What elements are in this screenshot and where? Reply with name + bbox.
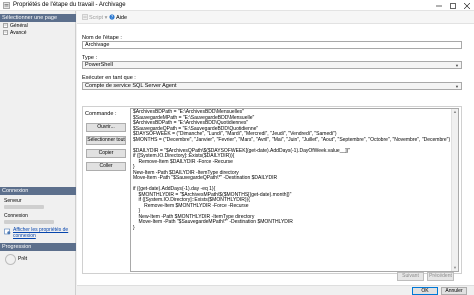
connection-label: Connexion (4, 213, 28, 219)
type-select[interactable]: PowerShell ▼ (82, 61, 462, 69)
type-select-value: PowerShell (85, 62, 113, 68)
scroll-up-icon[interactable]: ▲ (453, 109, 457, 114)
open-button[interactable]: Ouvrir... (86, 123, 126, 132)
script-button[interactable]: Script ▾ (82, 14, 107, 22)
select-all-button[interactable]: Sélectionner tout (86, 136, 126, 145)
copy-button[interactable]: Copier (86, 149, 126, 158)
help-button[interactable]: ? Aide (109, 14, 127, 22)
connection-value-redacted (4, 220, 54, 224)
toolbar: Script ▾ ? Aide (77, 11, 474, 24)
command-label: Commande : (85, 111, 117, 117)
paste-button[interactable]: Coller (86, 162, 126, 171)
title-bar: Propriétés de l'étape du travail - Archi… (0, 0, 474, 11)
progress-header: Progression (0, 243, 76, 251)
script-label: Script (89, 15, 104, 21)
progress-status: Prêt (18, 256, 28, 262)
scroll-down-icon[interactable]: ▼ (453, 265, 457, 270)
view-connection-properties-link[interactable]: Afficher les propriétés de connexion (13, 227, 73, 239)
select-page-header: Sélectionner une page (0, 14, 76, 22)
dialog-footer: OK Annuler (77, 285, 474, 295)
job-step-icon (3, 2, 10, 9)
progress-indicator (5, 254, 16, 265)
connection-header: Connexion (0, 187, 76, 195)
run-as-label: Exécuter en tant que : (82, 75, 136, 81)
script-icon (82, 14, 88, 20)
previous-button[interactable]: Précédent (427, 272, 454, 281)
maximize-button[interactable] (446, 0, 460, 11)
sidebar-item-advanced[interactable]: Avancé (3, 30, 27, 37)
help-label: Aide (116, 15, 128, 21)
command-scrollbar[interactable]: ▲ ▼ (451, 109, 458, 271)
minimize-icon (436, 5, 442, 7)
sidebar-item-label: Général (10, 23, 28, 29)
minimize-button[interactable] (432, 0, 446, 11)
window-title: Propriétés de l'étape du travail - Archi… (13, 2, 126, 8)
chevron-down-icon: ▼ (455, 63, 459, 68)
ok-button[interactable]: OK (412, 287, 438, 295)
close-button[interactable] (460, 0, 474, 11)
command-line: $MONTHS = ("Decembre", "Janvier", "Fevri… (133, 136, 451, 143)
connection-properties-icon (4, 228, 11, 235)
server-label: Serveur (4, 198, 22, 204)
command-textarea[interactable]: $ArchivesBDPath = "E:\ArchivesBDD\Mensue… (130, 108, 459, 272)
run-as-select[interactable]: Compte de service SQL Server Agent ▼ (82, 82, 462, 90)
command-line: } (133, 224, 135, 231)
chevron-down-icon: ▾ (103, 15, 108, 21)
sidebar-item-general[interactable]: Général (3, 23, 28, 30)
cancel-button[interactable]: Annuler (441, 287, 467, 295)
sidebar: Sélectionner une page Général Avancé Con… (0, 11, 76, 295)
main-panel: Script ▾ ? Aide Nom de l'étape : Archivag… (77, 11, 474, 295)
server-value-redacted (4, 205, 44, 209)
help-icon: ? (109, 14, 115, 20)
run-as-select-value: Compte de service SQL Server Agent (85, 83, 177, 89)
step-name-input[interactable]: Archivage (82, 41, 462, 49)
next-button[interactable]: Suivant (397, 272, 424, 281)
page-icon (3, 30, 8, 35)
maximize-icon (450, 3, 456, 9)
command-text: $ArchivesBDPath = "E:\ArchivesBDD\Mensue… (133, 109, 456, 231)
chevron-down-icon: ▼ (455, 84, 459, 89)
page-icon (3, 23, 8, 28)
close-icon (464, 3, 470, 9)
sidebar-item-label: Avancé (10, 30, 27, 36)
